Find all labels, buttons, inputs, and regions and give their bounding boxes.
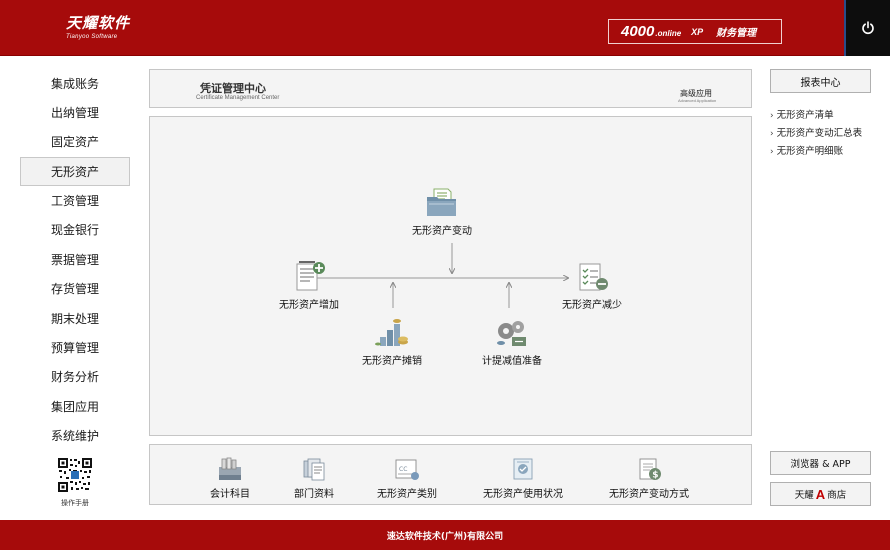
tool-change-method[interactable]: $ 无形资产变动方式 bbox=[609, 455, 689, 500]
chevron-right-icon: › bbox=[770, 129, 774, 139]
tool-asset-category[interactable]: CC 无形资产类别 bbox=[377, 455, 437, 500]
coins-stack-icon bbox=[375, 319, 408, 346]
report-center-button[interactable]: 报表中心 bbox=[770, 69, 871, 93]
basic-data-panel: 会计科目 部门资料 CC 无形资产类别 无形资产使用状况 $ 无形资产变动方式 bbox=[149, 444, 752, 505]
sidebar-item-inventory[interactable]: 存货管理 bbox=[20, 274, 130, 303]
sidebar-item-system-maintenance[interactable]: 系统维护 bbox=[20, 421, 130, 450]
power-icon bbox=[862, 21, 874, 35]
sidebar-item-intangible-assets[interactable]: 无形资产 bbox=[20, 157, 130, 186]
flow-node-label: 无形资产减少 bbox=[562, 300, 622, 311]
flow-node-label: 计提减值准备 bbox=[482, 356, 542, 367]
remove-checklist-icon bbox=[579, 263, 608, 291]
department-docs-icon bbox=[303, 458, 325, 481]
manual-label[interactable]: 操作手册 bbox=[40, 498, 110, 508]
report-link-label: 无形资产清单 bbox=[776, 110, 834, 121]
tool-usage-status[interactable]: 无形资产使用状况 bbox=[483, 455, 563, 500]
flow-connectors bbox=[313, 243, 751, 308]
page-subtitle-en: Certificate Management Center bbox=[196, 95, 280, 101]
chevron-right-icon: › bbox=[770, 111, 774, 121]
sidebar-item-label: 工资管理 bbox=[50, 194, 99, 208]
sidebar-item-budget[interactable]: 预算管理 bbox=[20, 333, 130, 362]
brand-logo: 天耀软件 Tianyoo Software bbox=[66, 12, 130, 40]
ledger-icon bbox=[219, 457, 241, 480]
chevron-right-icon: › bbox=[770, 147, 774, 157]
flow-node-label: 无形资产摊销 bbox=[362, 356, 422, 367]
svg-text:$: $ bbox=[652, 471, 658, 481]
flow-node-decrease[interactable]: 无形资产减少 bbox=[562, 259, 622, 311]
tool-accounting-subjects[interactable]: 会计科目 bbox=[210, 455, 250, 500]
logo-text-cn: 天耀软件 bbox=[66, 14, 131, 32]
flow-node-impairment[interactable]: 计提减值准备 bbox=[482, 315, 542, 367]
sidebar-item-label: 存货管理 bbox=[50, 282, 99, 296]
sidebar-item-label: 财务分析 bbox=[50, 370, 99, 384]
flow-diagram-panel: 无形资产变动 无形资产增加 无形资产减少 无形资产摊销 计提减值准备 bbox=[149, 116, 752, 436]
store-prefix: 天耀 bbox=[794, 490, 814, 501]
sidebar-item-financial-analysis[interactable]: 财务分析 bbox=[20, 362, 130, 391]
sidebar-item-period-end[interactable]: 期末处理 bbox=[20, 304, 130, 333]
sidebar-item-label: 出纳管理 bbox=[50, 106, 99, 120]
flow-node-amortize[interactable]: 无形资产摊销 bbox=[362, 315, 422, 367]
flow-node-increase[interactable]: 无形资产增加 bbox=[279, 259, 339, 311]
flow-node-change[interactable]: 无形资产变动 bbox=[412, 185, 472, 237]
sidebar-item-label: 集团应用 bbox=[50, 400, 99, 414]
folder-icon bbox=[427, 188, 456, 216]
tool-label: 无形资产类别 bbox=[377, 489, 437, 500]
title-panel: 凭证管理中心 Certificate Management Center 高级应… bbox=[149, 69, 752, 108]
sidebar-item-label: 集成账务 bbox=[50, 77, 99, 91]
tool-label: 无形资产使用状况 bbox=[483, 489, 563, 500]
logo-text-en: Tianyoo Software bbox=[66, 34, 118, 40]
product-version-number: 4000 bbox=[621, 23, 655, 40]
report-link-label: 无形资产明细账 bbox=[776, 146, 844, 157]
store-suffix: 商店 bbox=[827, 490, 847, 501]
sidebar-item-payroll[interactable]: 工资管理 bbox=[20, 186, 130, 215]
sidebar-item-fixed-assets[interactable]: 固定资产 bbox=[20, 127, 130, 156]
report-link-label: 无形资产变动汇总表 bbox=[776, 128, 863, 139]
sidebar-item-label: 固定资产 bbox=[50, 135, 99, 149]
top-header-bar: 天耀软件 Tianyoo Software 4000 .online XP 财务… bbox=[0, 0, 890, 56]
product-xp-label: XP bbox=[691, 26, 704, 37]
tool-label: 部门资料 bbox=[294, 489, 334, 500]
power-button[interactable] bbox=[844, 0, 890, 56]
page-title: 凭证管理中心 bbox=[200, 82, 266, 95]
flow-node-label: 无形资产变动 bbox=[412, 226, 472, 237]
report-link-asset-list[interactable]: › 无形资产清单 bbox=[770, 107, 834, 121]
footer-bar: 速达软件技术(广州)有限公司 bbox=[0, 520, 890, 550]
tool-label: 无形资产变动方式 bbox=[609, 489, 689, 500]
store-a-logo-icon: A bbox=[815, 486, 826, 502]
sidebar-item-label: 期末处理 bbox=[50, 312, 99, 326]
category-icon: CC bbox=[395, 459, 419, 480]
usage-status-icon bbox=[513, 458, 533, 480]
tool-label: 会计科目 bbox=[210, 489, 250, 500]
product-title: 财务管理 bbox=[716, 28, 757, 39]
tool-department-docs[interactable]: 部门资料 bbox=[294, 455, 334, 500]
advanced-app-link-en: Advanced Application bbox=[678, 98, 717, 103]
sidebar-item-label: 预算管理 bbox=[50, 341, 99, 355]
sidebar-item-bills[interactable]: 票据管理 bbox=[20, 245, 130, 274]
flow-node-label: 无形资产增加 bbox=[279, 300, 339, 311]
gears-money-icon bbox=[497, 321, 526, 346]
product-online-suffix: .online bbox=[655, 29, 682, 38]
sidebar-item-label: 票据管理 bbox=[50, 253, 99, 267]
add-document-icon bbox=[296, 261, 325, 291]
sidebar-item-group-apps[interactable]: 集团应用 bbox=[20, 392, 130, 421]
qr-code-icon[interactable] bbox=[57, 457, 93, 493]
sidebar-item-label: 现金银行 bbox=[50, 223, 99, 237]
sidebar-item-label: 系统维护 bbox=[50, 429, 99, 443]
sidebar-item-cashier[interactable]: 出纳管理 bbox=[20, 98, 130, 127]
sidebar-item-label: 无形资产 bbox=[50, 165, 99, 179]
sidebar-item-cash-bank[interactable]: 现金银行 bbox=[20, 215, 130, 244]
svg-text:CC: CC bbox=[399, 466, 407, 473]
app-store-button[interactable]: 天耀 A 商店 bbox=[770, 482, 871, 506]
sidebar-item-integrated-accounts[interactable]: 集成账务 bbox=[20, 69, 130, 98]
report-link-change-summary[interactable]: › 无形资产变动汇总表 bbox=[770, 125, 862, 139]
change-method-icon: $ bbox=[639, 458, 661, 481]
report-link-detail-ledger[interactable]: › 无形资产明细账 bbox=[770, 143, 843, 157]
browser-app-button[interactable]: 浏览器 & APP bbox=[770, 451, 871, 475]
company-name: 速达软件技术(广州)有限公司 bbox=[386, 531, 504, 542]
product-name-box: 4000 .online XP 财务管理 bbox=[608, 19, 782, 44]
